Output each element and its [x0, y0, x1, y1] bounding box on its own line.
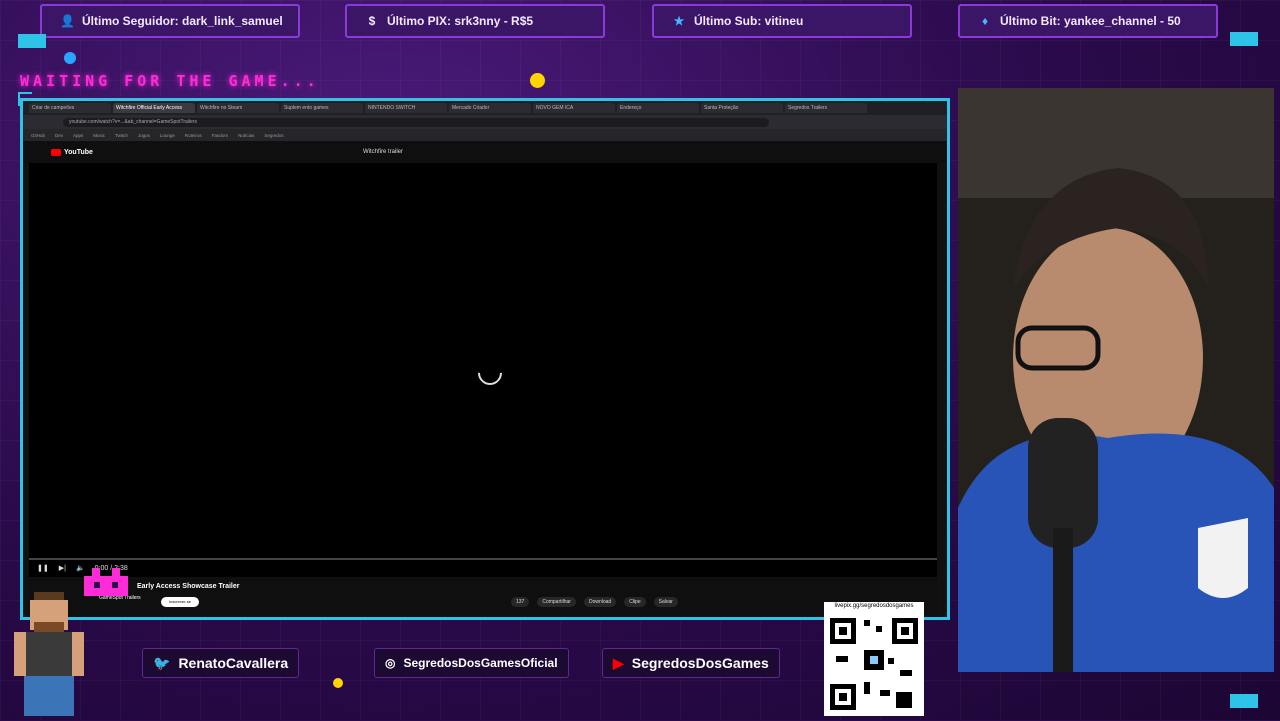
pixel-character-mascot — [14, 592, 84, 716]
bookmark[interactable]: Lounge — [160, 133, 175, 138]
video-controls: ❚❚ ▶| 🔈 0:00 / 2:38 — [29, 559, 937, 577]
bookmark[interactable]: Jogos — [138, 133, 150, 138]
browser-tab[interactable]: Witchfire no Steam — [197, 103, 279, 113]
last-pix-alert: $ Último PIX: srk3nny - R$5 — [345, 4, 605, 38]
clip-button[interactable]: Clipe — [624, 597, 646, 607]
bookmark[interactable]: Dev — [55, 133, 63, 138]
decor-dot — [64, 52, 76, 64]
browser-tab[interactable]: Santa Proteção — [701, 103, 783, 113]
space-invader-icon — [84, 568, 128, 596]
corner-bracket — [18, 34, 46, 48]
last-bit-text: Último Bit: yankee_channel - 50 — [1000, 14, 1181, 28]
youtube-icon: ▶ — [613, 654, 624, 671]
video-title: Early Access Showcase Trailer — [137, 583, 240, 590]
youtube-search-input[interactable]: Witchfire trailer — [363, 147, 563, 158]
youtube-header: YouTube Witchfire trailer — [23, 141, 947, 163]
browser-tab-strip: Criar de campeões Witchfire Official Ear… — [23, 101, 947, 115]
browser-tab[interactable]: Segredos Trailers — [785, 103, 867, 113]
save-button[interactable]: Salvar — [653, 597, 678, 607]
user-icon: 👤 — [60, 14, 75, 28]
browser-tab[interactable]: NOVO GEM ICA — [533, 103, 615, 113]
address-bar: youtube.com/watch?v=...&ab_channel=GameS… — [23, 115, 947, 129]
bookmark[interactable]: Segredos — [264, 133, 283, 138]
instagram-icon: ◎ — [385, 656, 396, 670]
qr-code — [824, 610, 924, 716]
bookmark[interactable]: GitHub — [31, 133, 45, 138]
bookmarks-bar: GitHub Dev Apps Music Twitch Jogos Loung… — [23, 129, 947, 141]
youtube-logo[interactable]: YouTube — [51, 148, 93, 156]
bookmark[interactable]: Twitch — [115, 133, 128, 138]
last-follower-text: Último Seguidor: dark_link_samuel — [82, 14, 283, 28]
browser-tab[interactable]: Endereço — [617, 103, 699, 113]
diamond-icon: ♦ — [981, 14, 989, 28]
instagram-handle: ◎ SegredosDosGamesOficial — [374, 648, 569, 678]
corner-bracket — [1230, 32, 1258, 46]
video-actions: 137 Compartilhar Download Clipe Salvar — [511, 597, 678, 607]
youtube-text: SegredosDosGames — [631, 655, 769, 671]
bookmark[interactable]: Notícias — [238, 133, 254, 138]
twitter-icon: 🐦 — [153, 654, 171, 671]
decor-dot — [333, 678, 343, 688]
last-sub-text: Último Sub: vitineu — [694, 14, 804, 28]
browser-tab[interactable]: NINTENDO SWITCH — [365, 103, 447, 113]
browser-tab[interactable]: Criar de campeões — [29, 103, 111, 113]
subscribe-button[interactable]: Inscrever-se — [161, 597, 199, 607]
loading-spinner-icon — [473, 356, 507, 390]
video-player[interactable] — [29, 163, 937, 577]
webcam-feed — [958, 88, 1274, 672]
youtube-handle: ▶ SegredosDosGames — [602, 648, 780, 678]
share-button[interactable]: Compartilhar — [537, 597, 576, 607]
corner-bracket — [1230, 694, 1258, 708]
qr-code-icon — [830, 618, 918, 710]
last-bit-alert: ♦ Último Bit: yankee_channel - 50 — [958, 4, 1218, 38]
youtube-play-icon — [51, 148, 61, 156]
dollar-icon: $ — [368, 14, 376, 28]
url-field[interactable]: youtube.com/watch?v=...&ab_channel=GameS… — [63, 117, 769, 127]
last-follower-alert: 👤 Último Seguidor: dark_link_samuel — [40, 4, 300, 38]
browser-tab[interactable]: Mercado Criador — [449, 103, 531, 113]
streamer-silhouette — [958, 88, 1274, 672]
browser-tab-active[interactable]: Witchfire Official Early Access — [113, 103, 195, 113]
waiting-banner: WAITING FOR THE GAME... — [20, 72, 320, 90]
youtube-logo-text: YouTube — [64, 148, 93, 156]
bookmark[interactable]: Roteiros — [185, 133, 202, 138]
corner-bracket — [18, 92, 32, 106]
next-icon[interactable]: ▶| — [59, 564, 66, 572]
browser-tab[interactable]: Suplem ento games — [281, 103, 363, 113]
twitter-text: RenatoCavallera — [178, 655, 289, 671]
decor-dot — [530, 73, 545, 88]
bookmark[interactable]: Apps — [73, 133, 83, 138]
video-info: Early Access Showcase Trailer GameSpot T… — [29, 577, 937, 617]
last-sub-alert: ★ Último Sub: vitineu — [652, 4, 912, 38]
bookmark[interactable]: Fandom — [212, 133, 229, 138]
bookmark[interactable]: Music — [93, 133, 105, 138]
download-button[interactable]: Download — [583, 597, 617, 607]
like-button[interactable]: 137 — [511, 597, 530, 607]
twitter-handle: 🐦 RenatoCavallera — [142, 648, 300, 678]
last-pix-text: Último PIX: srk3nny - R$5 — [387, 14, 534, 28]
pause-icon[interactable]: ❚❚ — [37, 564, 49, 572]
instagram-text: SegredosDosGamesOficial — [403, 656, 558, 670]
browser-capture: Criar de campeões Witchfire Official Ear… — [20, 98, 950, 620]
star-icon: ★ — [673, 14, 685, 28]
